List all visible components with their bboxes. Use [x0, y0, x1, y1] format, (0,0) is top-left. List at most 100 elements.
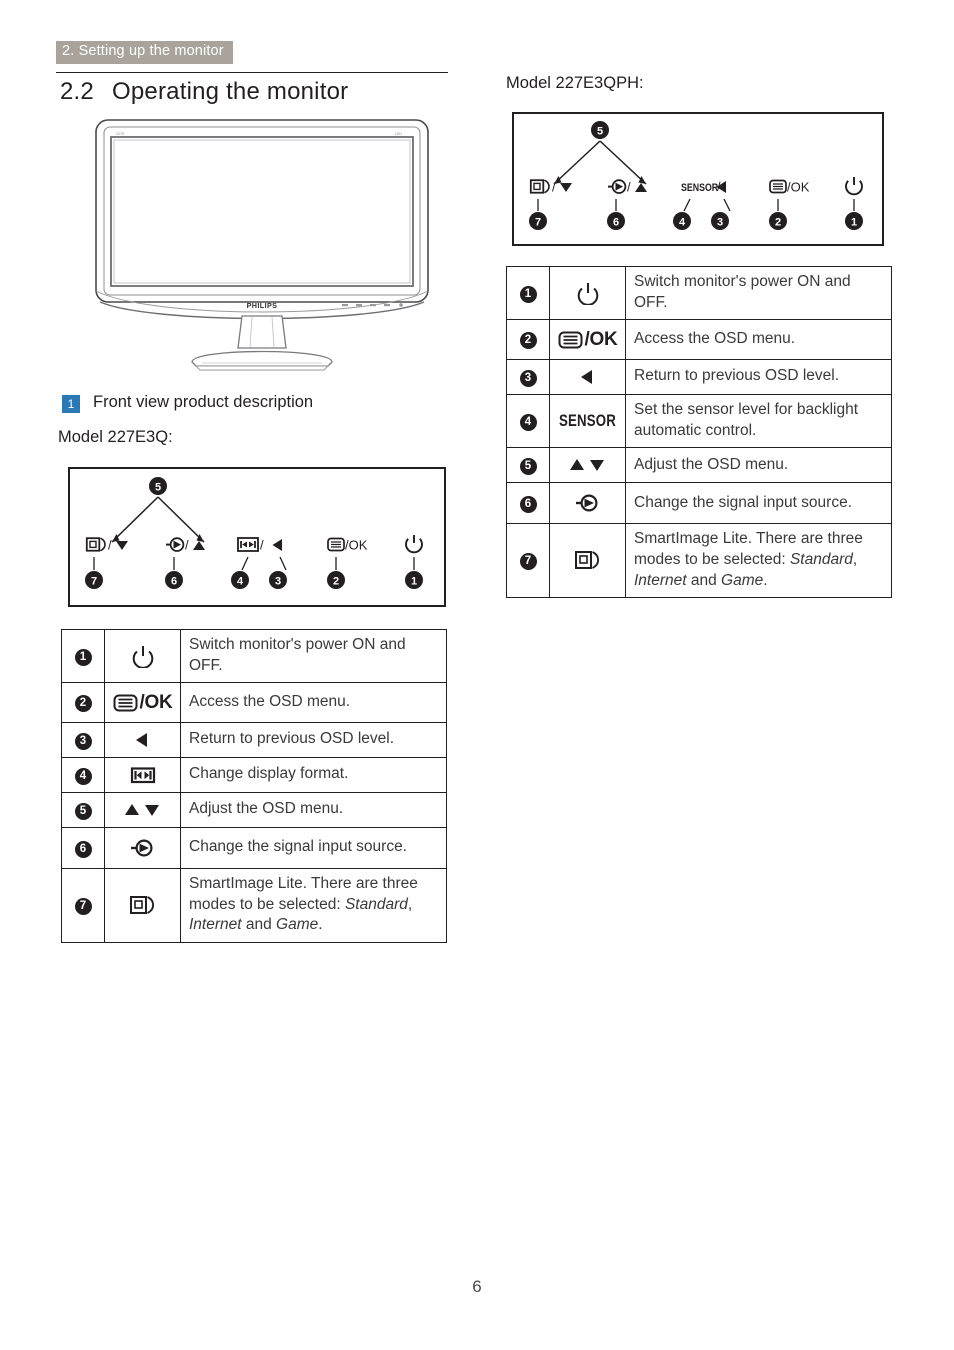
monitor-brand-label: PHILIPS	[247, 301, 278, 310]
table-row: 3 Return to previous OSD level.	[61, 722, 447, 759]
row-description: Adjust the OSD menu.	[180, 792, 447, 829]
desc-part: .	[763, 571, 768, 589]
row-icon-cell: SENSOR	[549, 394, 626, 449]
row-number-cell: 1	[61, 628, 105, 684]
power-icon	[132, 646, 153, 669]
svg-text:2: 2	[333, 576, 339, 588]
svg-text:4: 4	[237, 576, 244, 588]
row-marker: 2	[519, 332, 537, 350]
row-number-cell: 5	[506, 447, 550, 484]
row-description: Access the OSD menu.	[180, 682, 447, 724]
input-source-icon	[130, 839, 153, 857]
row-icon-cell	[104, 628, 181, 684]
svg-text:1: 1	[851, 217, 857, 229]
panel-button-display-format: /	[237, 537, 264, 553]
row-description: Return to previous OSD level.	[625, 359, 892, 396]
desc-part-italic: Game	[721, 571, 764, 589]
table-row: 6 Change the signal input source.	[61, 827, 447, 870]
control-table-227e3qph: 1 Switch monitor's power ON and OFF. 2 /…	[506, 265, 892, 599]
page-number: 6	[472, 1277, 482, 1296]
row-description-text: Access the OSD menu.	[189, 692, 351, 710]
row-marker: 2	[74, 695, 92, 713]
row-number-cell: 6	[506, 482, 550, 525]
panel-button-back	[272, 539, 282, 551]
up-down-arrows-icon	[124, 804, 159, 817]
row-number-cell: 7	[61, 868, 105, 944]
row-number-cell: 5	[61, 792, 105, 829]
svg-text:6: 6	[171, 576, 177, 588]
row-number-cell: 2	[61, 682, 105, 724]
svg-text:5: 5	[597, 126, 603, 138]
row-marker: 7	[519, 553, 537, 571]
monitor-illustration: 227E LED PHILIPS	[92, 116, 432, 372]
row-icon-cell	[104, 868, 181, 944]
control-panel-diagram-227e3qph: 5 / / SENSOR / /OK	[512, 112, 884, 246]
svg-text:6: 6	[613, 217, 619, 229]
model-label-227e3qph: Model 227E3QPH:	[506, 74, 644, 92]
row-marker: 4	[74, 767, 92, 785]
row-marker: 6	[74, 840, 92, 858]
svg-text:7: 7	[535, 217, 541, 229]
table-row: 5 Adjust the OSD menu.	[61, 792, 447, 829]
row-number-cell: 3	[506, 359, 550, 396]
row-description: SmartImage Lite. There are three modes t…	[180, 868, 447, 944]
panel-marker-1: 1	[845, 212, 863, 230]
row-number-cell: 1	[506, 265, 550, 321]
row-marker: 1	[74, 648, 92, 666]
row-description: SmartImage Lite. There are three modes t…	[625, 523, 892, 599]
desc-part: and	[686, 571, 722, 589]
svg-text:/: /	[185, 538, 189, 553]
control-table-227e3q: 1 Switch monitor's power ON and OFF. 2 /…	[61, 628, 447, 944]
ok-label: /OK	[584, 328, 618, 350]
back-arrow-icon	[135, 733, 147, 748]
table-row: 7 SmartImage Lite. There are three modes…	[61, 868, 447, 944]
section-number: 2.2	[60, 78, 94, 105]
row-description: Access the OSD menu.	[625, 319, 892, 361]
desc-part-italic: Internet	[189, 916, 242, 934]
row-icon-cell	[104, 757, 181, 794]
row-description: Change the signal input source.	[180, 827, 447, 870]
row-number-cell: 3	[61, 722, 105, 759]
monitor-drawing: 227E LED PHILIPS	[95, 119, 429, 371]
row-marker: 6	[519, 495, 537, 513]
panel-button-sensor: SENSOR /	[681, 179, 721, 194]
step-label: Front view product description	[93, 393, 314, 411]
desc-part: ,	[852, 551, 858, 569]
sensor-text-icon: SENSOR	[559, 411, 616, 431]
page-title: Operating the monitor	[112, 78, 349, 105]
panel-button-osd-ok: /OK	[327, 538, 368, 553]
panel-marker-3: 3	[269, 571, 287, 589]
panel-marker-6: 6	[607, 212, 625, 230]
panel-marker-7: 7	[85, 571, 103, 589]
svg-text:7: 7	[91, 576, 97, 588]
row-description: Switch monitor's power ON and OFF.	[625, 265, 892, 321]
table-row: 1 Switch monitor's power ON and OFF.	[61, 628, 447, 684]
table-row: 1 Switch monitor's power ON and OFF.	[506, 265, 892, 321]
table-row: 2 /OK Access the OSD menu.	[61, 682, 447, 724]
row-marker: 1	[519, 285, 537, 303]
row-marker: 7	[74, 898, 92, 916]
row-icon-cell	[549, 482, 626, 525]
control-panel-drawing-left: 5 / / / /OK 7 6 4 3 2 1	[85, 477, 423, 589]
row-description: Return to previous OSD level.	[180, 722, 447, 759]
table-row: 4 Change display format.	[61, 757, 447, 794]
row-icon-cell	[104, 792, 181, 829]
svg-text:/OK: /OK	[787, 180, 810, 195]
svg-text:/OK: /OK	[345, 538, 368, 553]
row-marker: 4	[519, 413, 537, 431]
table-row: 5 Adjust the OSD menu.	[506, 447, 892, 484]
osd-menu-icon	[113, 694, 138, 712]
display-format-icon	[130, 767, 155, 784]
row-icon-cell	[549, 359, 626, 396]
svg-text:3: 3	[717, 217, 723, 229]
row-number-cell: 6	[61, 827, 105, 870]
panel-marker-7: 7	[529, 212, 547, 230]
row-description: Change the signal input source.	[625, 482, 892, 525]
panel-button-osd-ok: /OK	[769, 180, 810, 195]
row-number-cell: 2	[506, 319, 550, 361]
table-row: 6 Change the signal input source.	[506, 482, 892, 525]
row-icon-cell	[549, 523, 626, 599]
row-number-cell: 7	[506, 523, 550, 599]
power-icon	[577, 283, 598, 306]
ok-label: /OK	[139, 691, 173, 713]
